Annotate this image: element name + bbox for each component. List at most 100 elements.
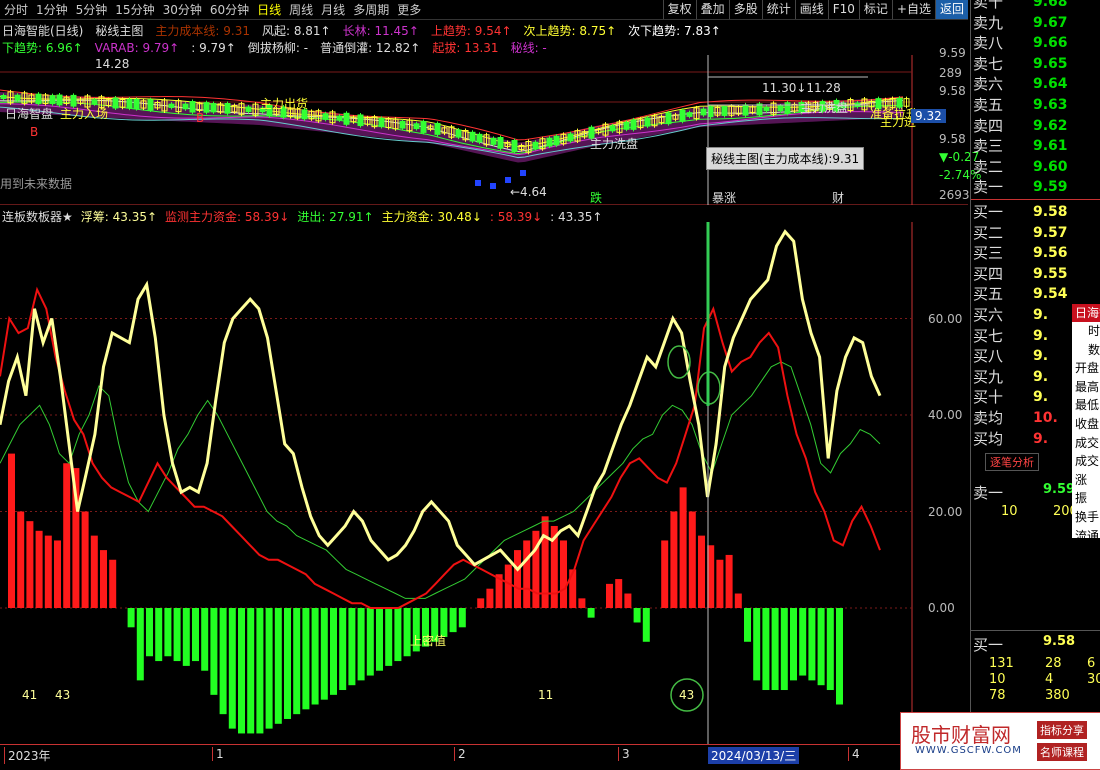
level-label: 卖十 [973, 0, 1004, 11]
timeframe-tab[interactable]: 60分钟 [206, 1, 253, 18]
histogram-bar [504, 564, 512, 608]
histogram-bar [339, 608, 347, 691]
toolbar-button[interactable]: 多股 [728, 0, 762, 19]
histogram-bar [26, 521, 34, 608]
sell-level[interactable]: 卖四 9.62 [971, 116, 1100, 137]
timeframe-tab[interactable]: 分时 [0, 1, 32, 18]
level-price: 9.61 [1033, 138, 1068, 155]
date-tick: 1 [212, 747, 224, 761]
level-label: 卖七 [973, 54, 1004, 73]
timeframe-tab[interactable]: 30分钟 [159, 1, 206, 18]
histogram-bar [790, 608, 797, 681]
level-price: 9. [1033, 368, 1049, 385]
histogram-bar [449, 608, 457, 633]
tick-analysis-button[interactable]: 逐笔分析 [985, 453, 1039, 472]
green-line [0, 361, 881, 599]
sell-level[interactable]: 卖八 9.66 [971, 33, 1100, 54]
indicator-tooltip: 秘线主图(主力成本线):9.31 [706, 147, 865, 170]
toolbar-button[interactable]: F10 [827, 0, 859, 19]
popup-item: 换手 [1075, 509, 1100, 524]
level-price: 9.60 [1033, 158, 1068, 175]
price-axis-label: 2693 [939, 188, 970, 202]
level-label: 买二 [973, 223, 1004, 242]
main-chart-header-2: 下趋势: 6.96↑ VARAB: 9.79↑: 9.79↑ 倒拔杨柳: - 普通倒灌… [2, 39, 559, 56]
header-field: 次下趋势: 7.83↑ [628, 24, 721, 38]
level-label: 卖八 [973, 34, 1004, 53]
histogram-bar [182, 608, 190, 666]
histogram-bar [560, 540, 567, 608]
timeframe-tab[interactable]: 多周期 [349, 1, 393, 18]
toolbar-button[interactable]: 统计 [761, 0, 795, 19]
histogram-bar [624, 593, 632, 608]
sell-level[interactable]: 卖六 9.64 [971, 74, 1100, 95]
sell-level[interactable]: 卖九 9.67 [971, 13, 1100, 34]
histogram-bar [403, 608, 411, 657]
timeframe-tab[interactable]: 5分钟 [72, 1, 112, 18]
main-chart-header: 日海智能(日线) 秘线主图 主力成本线: 9.31 风起: 8.81↑ 长林: 11.4… [2, 22, 733, 39]
sell-level[interactable]: 卖一 9.59 [971, 177, 1100, 198]
trade-cell: 380 [1045, 688, 1070, 703]
toolbar-button[interactable]: 返回 [934, 0, 968, 19]
timeframe-tab[interactable]: 1分钟 [32, 1, 72, 18]
sell-level[interactable]: 卖七 9.65 [971, 54, 1100, 75]
histogram-bar [366, 608, 374, 676]
date-tick: 2024/03/13/三 [708, 747, 800, 764]
toolbar-button[interactable]: +自选 [891, 0, 935, 19]
histogram-bar [633, 608, 641, 623]
trade-bottom-price: 9.58 [1043, 634, 1076, 649]
timeframe-tab[interactable]: 15分钟 [111, 1, 158, 18]
histogram-bar [376, 608, 383, 671]
sell-level[interactable]: 卖二 9.60 [971, 157, 1100, 178]
price-axis-label: 9.58 [939, 84, 966, 98]
histogram-bar [109, 559, 117, 608]
timeframe-tab[interactable]: 周线 [285, 1, 317, 18]
histogram-bar [8, 453, 15, 608]
trade-cell: 30 [1087, 672, 1100, 687]
level-price: 9. [1033, 348, 1049, 365]
header-field: 秘线主图 [95, 24, 144, 38]
level-label: 买八 [973, 347, 1004, 366]
level-label: 买一 [973, 203, 1004, 221]
level-price: 10. [1033, 410, 1058, 426]
histogram-bar [523, 540, 531, 608]
trade-cell: 6 [1087, 656, 1096, 671]
histogram-bar [661, 540, 669, 608]
header-field: 风起: 8.81↑ [261, 24, 331, 38]
timeframe-toolbar: 分时 1分钟 5分钟 15分钟 30分钟 60分钟 日线 周线 月线 多周期 更多 复权 叠加 多股 统计画… [0, 0, 968, 20]
histogram-bar [357, 608, 365, 681]
histogram-bar [477, 598, 485, 608]
toolbar-button[interactable]: 复权 [662, 0, 696, 19]
sell-level[interactable]: 卖五 9.63 [971, 95, 1100, 116]
timeframe-tab[interactable]: 日线 [253, 1, 285, 18]
indicator-chart[interactable] [0, 222, 968, 744]
popup-item: 成交 [1075, 435, 1100, 450]
histogram-bar [228, 608, 236, 729]
candlestick-chart[interactable] [0, 55, 968, 205]
sell-level[interactable]: 卖十 9.68 [971, 0, 1100, 13]
toolbar-button[interactable]: 标记 [858, 0, 892, 19]
level-label: 卖五 [973, 96, 1004, 114]
level-price: 9.62 [1033, 117, 1068, 134]
toolbar-button[interactable]: 画线 [794, 0, 828, 19]
popup-item: 涨 [1075, 472, 1088, 487]
buy-level[interactable]: 买一 9.58 [971, 202, 1100, 223]
header-field: 长林: 11.45↑ [342, 24, 419, 38]
buy-level[interactable]: 买二 9.57 [971, 223, 1100, 244]
histogram-bar [44, 535, 52, 608]
toolbar-button[interactable]: 叠加 [695, 0, 729, 19]
buy-level[interactable]: 买五 9.54 [971, 284, 1100, 305]
histogram-bar [422, 608, 429, 647]
timeframe-tab[interactable]: 更多 [393, 1, 425, 18]
histogram-bar [698, 535, 705, 608]
header-field: 普通倒灌: 12.82↑ [320, 41, 421, 55]
histogram-bar [569, 569, 577, 608]
buy-level[interactable]: 买四 9.55 [971, 264, 1100, 285]
level-price: 9.63 [1033, 97, 1068, 113]
buy-level[interactable]: 买三 9.56 [971, 243, 1100, 264]
histogram-bar [164, 608, 172, 657]
level-label: 卖一 [973, 178, 1004, 197]
timeframe-tab[interactable]: 月线 [317, 1, 349, 18]
histogram-bar [744, 608, 751, 642]
sell-level[interactable]: 卖三 9.61 [971, 136, 1100, 157]
popup-item: 最低 [1075, 398, 1100, 413]
